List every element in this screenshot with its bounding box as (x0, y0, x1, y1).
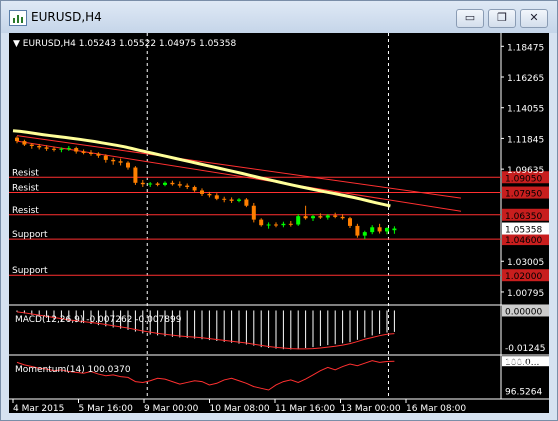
time-tick-label-3: 9 Mar 00:00 (144, 404, 199, 413)
candle-body-52 (392, 228, 397, 231)
current-price-text: 1.05358 (505, 226, 542, 236)
price-tick-label-6: 1.03005 (507, 258, 544, 268)
restore-button[interactable]: ❐ (488, 9, 516, 28)
candle-body-43 (325, 215, 330, 218)
candle-body-13 (103, 155, 108, 160)
momentum-axis-label-3: 96.5264 (505, 388, 542, 398)
momentum-label: Momentum(14) 100.0370 (15, 365, 131, 375)
level-label-2: Resist (12, 184, 39, 194)
price-chart[interactable]: Resist1.09050Resist1.07950Resist1.06350S… (9, 33, 549, 413)
level-price-text-4: 1.04600 (505, 236, 542, 246)
trendline-2 (16, 135, 462, 199)
time-tick-label-2: 5 Mar 16:00 (79, 404, 134, 413)
candle-body-31 (237, 199, 241, 201)
candle-body-51 (385, 227, 389, 232)
candle-body-46 (348, 218, 352, 226)
candle-body-33 (251, 205, 256, 220)
candle-body-1 (15, 137, 19, 142)
price-tick-label-5: 1.09635 (507, 166, 544, 176)
candle-body-26 (200, 190, 204, 194)
candle-body-20 (155, 183, 160, 185)
chart-window: EURUSD,H4 ▭ ❐ ✕ Resist 1.09050 Resist 1.079… (0, 0, 558, 421)
candle-body-44 (333, 215, 338, 217)
macd-label: MACD(12,26,9) -0.007262 -0.007899 (15, 315, 182, 325)
chart-header: ▼ EURUSD,H4 1.05243 1.05522 1.04975 1.05… (13, 39, 236, 49)
macd-axis-label-1: 0.00000 (505, 307, 542, 317)
time-tick-label-4: 10 Mar 08:00 (210, 404, 270, 413)
window-title: EURUSD,H4 (31, 10, 102, 24)
candle-body-34 (259, 219, 264, 226)
candle-body-27 (207, 193, 212, 196)
candle-body-19 (148, 183, 153, 185)
candle-body-9 (74, 148, 79, 152)
candle-body-29 (222, 198, 227, 200)
candle-body-11 (89, 152, 93, 154)
candle-body-50 (377, 227, 382, 232)
candle-body-21 (163, 182, 167, 185)
candle-body-49 (370, 227, 375, 233)
candle-body-22 (170, 182, 175, 185)
window-titlebar[interactable]: EURUSD,H4 ▭ ❐ ✕ (1, 1, 557, 33)
close-button[interactable]: ✕ (520, 9, 548, 28)
candle-body-38 (288, 223, 293, 225)
price-tick-label-2: 1.16265 (507, 74, 544, 84)
candle-body-24 (185, 185, 190, 187)
candle-body-16 (126, 162, 130, 168)
level-label-1: Resist (12, 168, 39, 178)
candle-body-39 (296, 216, 301, 225)
time-tick-label-6: 13 Mar 00:00 (341, 404, 401, 413)
candle-body-25 (192, 186, 197, 191)
candle-body-4 (37, 145, 42, 148)
candle-body-18 (140, 182, 145, 185)
candle-body-48 (362, 232, 367, 236)
price-tick-label-4: 1.11845 (507, 135, 544, 145)
chart-canvas[interactable]: Resist 1.09050 Resist 1.07950 Resist 1.06350 S… (9, 33, 549, 413)
price-tick-label-3: 1.14055 (507, 105, 544, 115)
time-tick-label-1: 4 Mar 2015 (13, 404, 64, 413)
candle-body-8 (66, 148, 71, 150)
candle-body-3 (29, 144, 34, 146)
minimize-button[interactable]: ▭ (456, 9, 484, 28)
level-price-text-3: 1.06350 (505, 212, 542, 222)
candle-body-30 (229, 199, 234, 201)
candle-body-6 (52, 148, 56, 150)
candle-body-23 (177, 184, 182, 186)
candle-body-12 (96, 153, 101, 156)
level-label-3: Resist (12, 206, 39, 216)
momentum-axis-label-2: 100.1042 (505, 358, 548, 368)
candle-body-15 (118, 161, 123, 163)
level-label-5: Support (12, 266, 48, 276)
time-tick-label-7: 16 Mar 08:00 (406, 404, 466, 413)
candle-body-14 (111, 159, 116, 162)
candle-body-5 (44, 147, 49, 149)
candle-body-35 (266, 224, 271, 226)
candle-body-28 (214, 195, 219, 199)
candle-body-10 (81, 151, 86, 153)
candle-body-45 (340, 216, 345, 219)
candle-body-17 (133, 167, 138, 183)
level-price-text-2: 1.07950 (505, 190, 542, 200)
candle-body-32 (244, 199, 249, 206)
candle-body-7 (59, 148, 64, 150)
candle-body-41 (311, 216, 315, 219)
candle-body-40 (303, 216, 308, 219)
price-tick-label-1: 1.18475 (507, 43, 544, 53)
chart-icon (9, 10, 27, 26)
candle-body-37 (281, 223, 286, 226)
candle-body-42 (318, 216, 323, 218)
macd-axis-label-2: -0.01245 (505, 344, 545, 354)
level-price-text-5: 1.02000 (505, 272, 542, 282)
candle-body-2 (22, 141, 27, 145)
time-tick-label-5: 11 Mar 16:00 (275, 404, 335, 413)
price-tick-label-7: 1.00795 (507, 289, 544, 299)
candle-body-36 (274, 224, 278, 226)
candle-body-47 (355, 225, 360, 236)
level-label-4: Support (12, 230, 48, 240)
